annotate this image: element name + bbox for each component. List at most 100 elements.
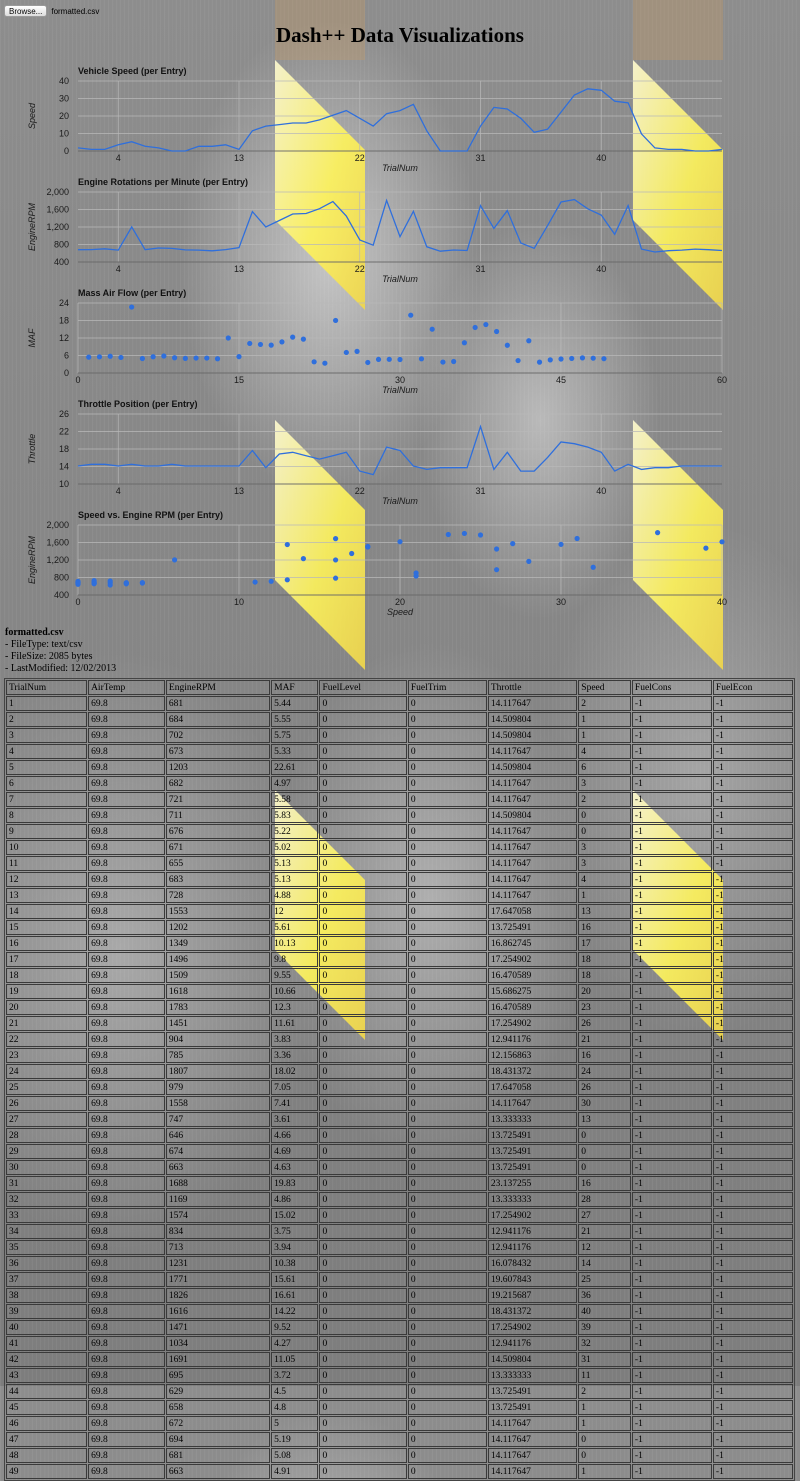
table-cell: 0 [319, 1400, 407, 1415]
table-cell: 658 [165, 1400, 271, 1415]
table-cell: 0 [319, 1128, 407, 1143]
data-point [284, 541, 290, 548]
table-cell: 0 [319, 1368, 407, 1383]
table-cell: -1 [712, 1256, 793, 1271]
table-cell: 0 [319, 696, 407, 711]
table-cell: -1 [712, 856, 793, 871]
table-row: 45 69.8 658 4.8 0 0 13.725491 1 -1 -1 [6, 1400, 793, 1415]
table-cell: 3.83 [271, 1032, 319, 1047]
table-cell: 0 [319, 1256, 407, 1271]
data-point [193, 355, 199, 361]
table-cell: 0 [319, 1080, 407, 1095]
table-cell: 5.19 [271, 1432, 319, 1447]
table-cell: -1 [712, 824, 793, 839]
data-point [86, 354, 92, 360]
table-cell: 3 [6, 728, 88, 743]
table-cell: 0 [407, 1304, 487, 1319]
table-cell: -1 [631, 888, 712, 903]
table-cell: 4.69 [271, 1144, 319, 1159]
table-cell: 0 [319, 984, 407, 999]
table-cell: 0 [578, 808, 631, 823]
x-tick-label: 22 [355, 153, 365, 163]
table-cell: 69.8 [88, 1048, 165, 1063]
table-cell: -1 [631, 1080, 712, 1095]
data-point [279, 339, 285, 345]
data-point [397, 539, 403, 545]
table-cell: 9.52 [271, 1320, 319, 1335]
table-cell: 4.97 [271, 776, 319, 791]
table-cell: -1 [631, 776, 712, 791]
y-tick-label: 24 [59, 298, 69, 308]
table-cell: 721 [165, 792, 271, 807]
table-cell: 695 [165, 1368, 271, 1383]
table-cell: -1 [712, 744, 793, 759]
data-point [123, 581, 129, 587]
table-cell: 13 [6, 888, 88, 903]
table-cell: 0 [319, 1096, 407, 1111]
table-cell: 14.117647 [487, 1096, 578, 1111]
table-cell: 14.509804 [487, 728, 578, 743]
table-cell: 4 [578, 872, 631, 887]
y-axis-label: Throttle [27, 434, 37, 465]
table-cell: 0 [319, 728, 407, 743]
table-cell: 34 [6, 1224, 88, 1239]
table-cell: 0 [578, 1144, 631, 1159]
table-cell: 15.02 [271, 1208, 319, 1223]
table-cell: 10.66 [271, 984, 319, 999]
table-cell: 904 [165, 1032, 271, 1047]
table-cell: 629 [165, 1384, 271, 1399]
table-row: 16 69.8 1349 10.13 0 0 16.862745 17 -1 -1 [6, 936, 793, 951]
table-cell: 44 [6, 1384, 88, 1399]
table-cell: 13 [578, 1112, 631, 1127]
table-cell: 12.941176 [487, 1032, 578, 1047]
table-cell: 3 [578, 840, 631, 855]
table-cell: 3.94 [271, 1240, 319, 1255]
browse-button[interactable]: Browse... [4, 5, 48, 17]
table-cell: 0 [319, 952, 407, 967]
table-row: 28 69.8 646 4.66 0 0 13.725491 0 -1 -1 [6, 1128, 793, 1143]
y-tick-label: 10 [59, 479, 69, 489]
x-tick-label: 30 [395, 375, 405, 385]
table-cell: 6 [6, 776, 88, 791]
table-cell: 16 [578, 920, 631, 935]
table-cell: 16.470589 [487, 1000, 578, 1015]
data-point [590, 564, 596, 570]
table-cell: 0 [319, 1448, 407, 1463]
table-cell: -1 [631, 1432, 712, 1447]
x-axis-label: Speed [387, 607, 414, 617]
table-cell: -1 [631, 1000, 712, 1015]
table-cell: 5.75 [271, 728, 319, 743]
table-cell: 10.38 [271, 1256, 319, 1271]
table-cell: -1 [631, 808, 712, 823]
table-row: 15 69.8 1202 5.61 0 0 13.725491 16 -1 -1 [6, 920, 793, 935]
table-cell: 21 [578, 1032, 631, 1047]
table-cell: 1 [6, 696, 88, 711]
table-row: 2 69.8 684 5.55 0 0 14.509804 1 -1 -1 [6, 712, 793, 727]
table-cell: 4.86 [271, 1192, 319, 1207]
table-cell: 33 [6, 1208, 88, 1223]
table-cell: 5.33 [271, 744, 319, 759]
table-cell: 69.8 [88, 872, 165, 887]
table-row: 40 69.8 1471 9.52 0 0 17.254902 39 -1 -1 [6, 1320, 793, 1335]
table-cell: 16.862745 [487, 936, 578, 951]
table-cell: 14.117647 [487, 840, 578, 855]
table-cell: -1 [712, 1352, 793, 1367]
table-cell: 5 [271, 1416, 319, 1431]
data-point [91, 580, 97, 587]
table-cell: 16.61 [271, 1288, 319, 1303]
table-row: 20 69.8 1783 12.3 0 0 16.470589 23 -1 -1 [6, 1000, 793, 1015]
table-cell: 0 [407, 1400, 487, 1415]
table-cell: -1 [712, 1000, 793, 1015]
table-cell: -1 [631, 1336, 712, 1351]
table-cell: 42 [6, 1352, 88, 1367]
table-cell: 27 [6, 1112, 88, 1127]
table-cell: 8 [6, 808, 88, 823]
table-row: 30 69.8 663 4.63 0 0 13.725491 0 -1 -1 [6, 1160, 793, 1175]
data-point [96, 354, 103, 360]
table-cell: -1 [712, 1400, 793, 1415]
y-tick-label: 30 [59, 94, 69, 104]
table-row: 37 69.8 1771 15.61 0 0 19.607843 25 -1 -1 [6, 1272, 793, 1287]
table-header-cell: FuelTrim [407, 680, 487, 695]
table-cell: 16 [6, 936, 88, 951]
y-tick-label: 800 [54, 240, 69, 250]
